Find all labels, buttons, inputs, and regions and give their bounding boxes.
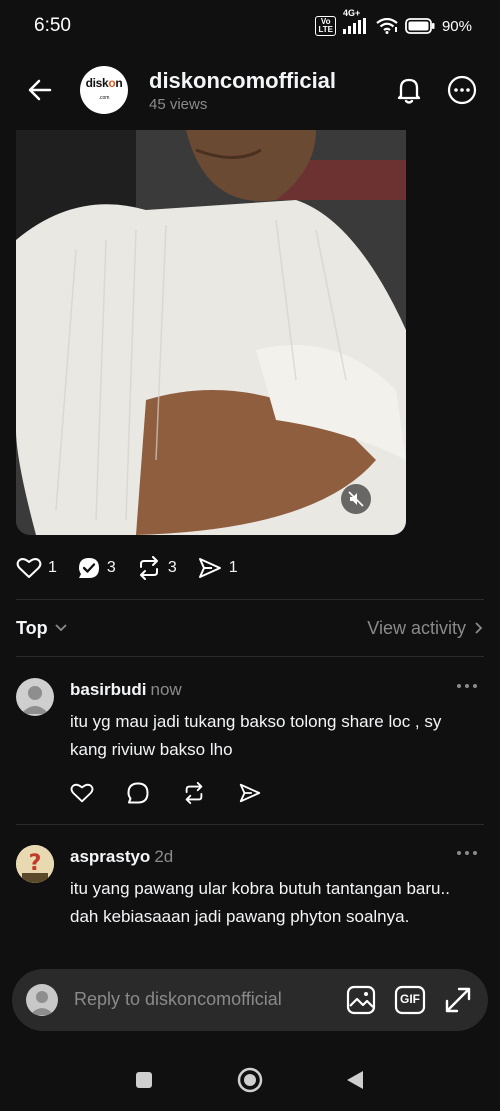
view-activity-link[interactable]: View activity <box>367 618 484 639</box>
repost-button[interactable]: 3 <box>136 556 177 580</box>
share-count: 1 <box>228 559 238 576</box>
comment-icon[interactable] <box>126 781 150 805</box>
signal-icon: 4G+ <box>342 8 369 34</box>
reply-input[interactable]: Reply to diskoncomofficial <box>74 989 282 1010</box>
comment-actions <box>70 781 262 805</box>
network-label: 4G+ <box>342 8 361 18</box>
comment-more-button[interactable] <box>456 845 478 861</box>
status-bar: 6:50 Vo LTE 4G+ 90% <box>0 0 500 52</box>
system-nav-bar <box>0 1048 500 1111</box>
sort-dropdown[interactable]: Top <box>16 618 68 639</box>
thread-header: diskon .com diskoncomofficial 45 views <box>0 52 500 130</box>
reply-composer[interactable]: Reply to diskoncomofficial GIF <box>12 969 488 1031</box>
more-dots-icon <box>457 684 477 688</box>
account-avatar[interactable]: diskon .com <box>80 66 128 114</box>
home-circle-icon <box>237 1067 263 1093</box>
system-back-button[interactable] <box>342 1066 370 1094</box>
comment-text: itu yg mau jadi tukang bakso tolong shar… <box>70 712 442 759</box>
comment-username[interactable]: basirbudi now <box>70 680 182 700</box>
heart-icon[interactable] <box>70 781 94 805</box>
arrow-left-icon <box>28 79 52 101</box>
post-actions: 1 3 3 1 <box>16 555 258 581</box>
square-icon <box>136 1072 152 1088</box>
more-options-button[interactable] <box>446 74 478 106</box>
image-icon <box>346 985 376 1015</box>
svg-text:?: ? <box>29 851 42 876</box>
wifi-icon <box>376 18 398 34</box>
repost-icon <box>139 556 158 580</box>
attach-image-button[interactable] <box>345 984 377 1016</box>
reply-bubble-icon <box>78 558 99 578</box>
comment-time: 2d <box>154 847 174 866</box>
recents-button[interactable] <box>130 1066 158 1094</box>
avatar[interactable]: ? <box>16 845 54 883</box>
post-video[interactable] <box>16 130 406 535</box>
send-icon[interactable] <box>238 781 262 805</box>
expand-arrows-icon <box>445 987 471 1013</box>
expand-button[interactable] <box>442 984 474 1016</box>
status-time: 6:50 <box>34 15 71 36</box>
gif-button[interactable]: GIF <box>394 984 426 1016</box>
avatar <box>26 984 58 1016</box>
comment-time: now <box>150 680 182 699</box>
comment-item: ? asprastyo 2d itu yang pawang ular kobra… <box>16 845 484 965</box>
like-button[interactable]: 1 <box>16 556 57 580</box>
chevron-right-icon <box>475 622 483 634</box>
repost-count: 3 <box>167 559 177 576</box>
divider <box>16 656 484 657</box>
comment-more-button[interactable] <box>456 678 478 694</box>
comment-text: itu yang pawang ular kobra butuh tantang… <box>70 879 450 926</box>
sort-label: Top <box>16 617 48 638</box>
reply-count: 3 <box>106 559 116 576</box>
diskon-logo: diskon .com <box>85 75 123 101</box>
view-activity-label: View activity <box>367 617 466 638</box>
bell-icon <box>397 78 421 104</box>
share-button[interactable]: 1 <box>197 556 238 580</box>
mute-button[interactable] <box>341 484 371 514</box>
volte-icon: Vo LTE <box>315 16 336 36</box>
view-count: 45 views <box>149 96 208 113</box>
video-frame <box>16 130 406 535</box>
sort-row: Top View activity <box>16 614 484 642</box>
divider <box>16 824 484 825</box>
more-dots-icon <box>457 851 477 855</box>
send-icon <box>198 558 221 578</box>
comment-item: basirbudi now itu yg mau jadi tukang baks… <box>16 678 484 818</box>
default-avatar-icon <box>30 991 54 1015</box>
gif-label: GIF <box>400 992 420 1006</box>
notification-button[interactable] <box>393 74 425 106</box>
default-avatar-icon <box>21 686 49 714</box>
heart-icon <box>16 558 42 578</box>
comment-username[interactable]: asprastyo 2d <box>70 847 173 867</box>
account-name[interactable]: diskoncomofficial <box>149 68 336 94</box>
chevron-down-icon <box>55 624 67 632</box>
home-button[interactable] <box>236 1066 264 1094</box>
status-icons: Vo LTE 4G+ 90% <box>315 8 472 36</box>
like-count: 1 <box>48 559 57 576</box>
speaker-muted-icon <box>348 491 364 507</box>
question-mark-avatar-icon: ? <box>16 845 54 883</box>
divider <box>16 599 484 600</box>
battery-icon <box>405 18 435 34</box>
repost-icon[interactable] <box>182 781 206 805</box>
back-button[interactable] <box>24 74 56 106</box>
battery-percent: 90% <box>441 17 472 35</box>
avatar[interactable] <box>16 678 54 716</box>
more-circle-icon <box>447 75 477 105</box>
triangle-back-icon <box>347 1071 363 1089</box>
reply-button[interactable]: 3 <box>77 556 116 580</box>
